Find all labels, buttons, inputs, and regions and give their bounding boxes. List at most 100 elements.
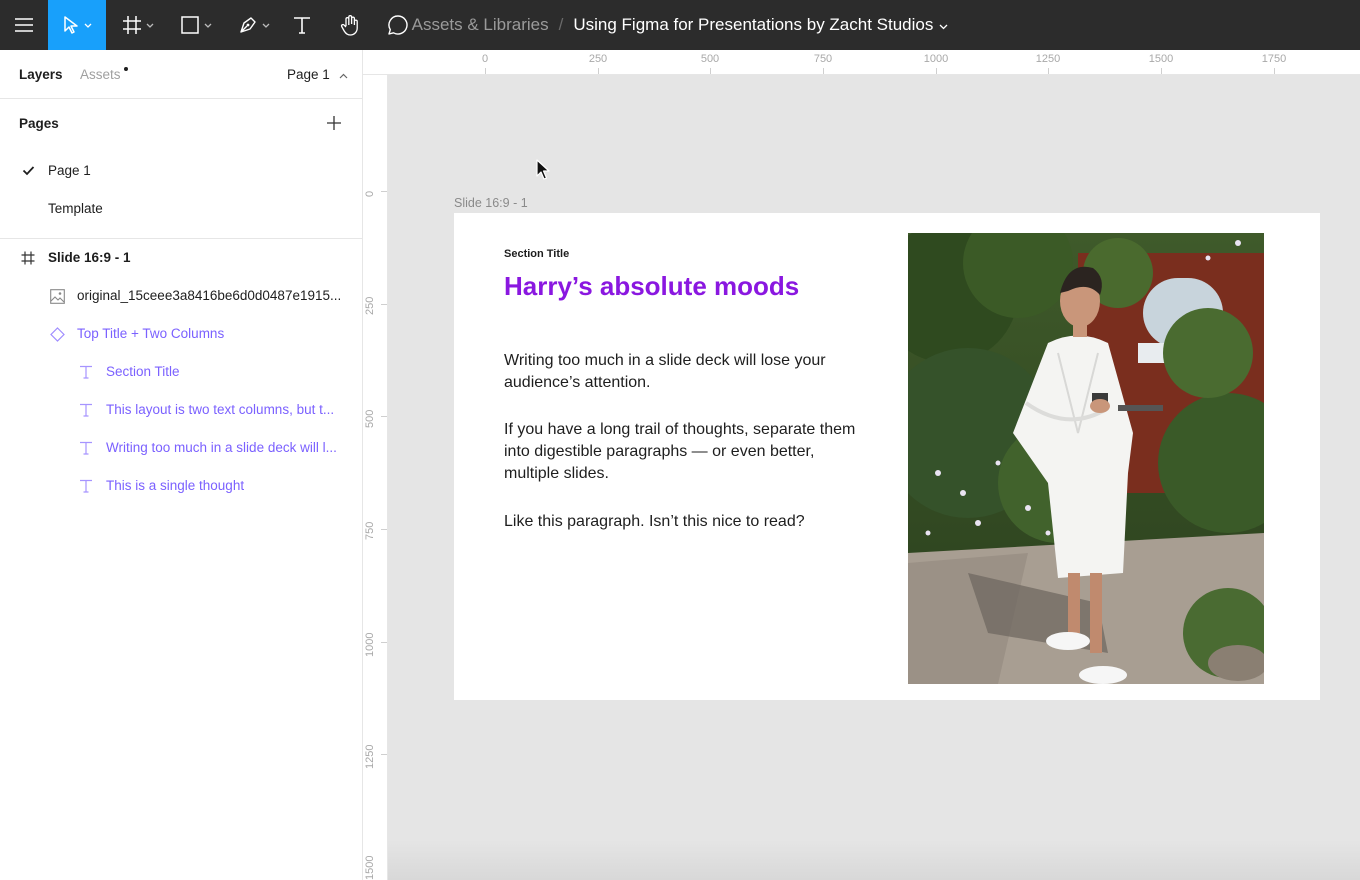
ruler-tick xyxy=(1048,68,1049,74)
layer-text[interactable]: This is a single thought xyxy=(0,468,362,504)
hand-icon xyxy=(339,14,361,36)
breadcrumb-file-name[interactable]: Using Figma for Presentations by Zacht S… xyxy=(573,15,933,35)
chevron-down-icon xyxy=(204,23,212,28)
ruler-label: 500 xyxy=(700,53,720,65)
ruler-tick xyxy=(381,191,387,192)
component-instance-icon xyxy=(50,327,65,345)
chevron-up-icon xyxy=(339,71,348,82)
hamburger-icon xyxy=(14,17,34,33)
layer-instance[interactable]: Top Title + Two Columns xyxy=(0,316,362,352)
slide-photo[interactable] xyxy=(908,233,1264,684)
layer-label: Section Title xyxy=(106,364,180,379)
panel-tabs: Layers Assets Page 1 xyxy=(0,50,362,99)
ruler-label: 0 xyxy=(364,190,376,197)
checkmark-icon xyxy=(22,164,35,179)
ruler-label: 750 xyxy=(364,521,376,540)
ruler-label: 250 xyxy=(364,296,376,315)
chevron-down-icon[interactable] xyxy=(939,15,948,35)
layer-slide-frame[interactable]: Slide 16:9 - 1 xyxy=(0,240,362,276)
page-item-label: Page 1 xyxy=(48,163,91,178)
plus-icon xyxy=(324,116,344,136)
chevron-down-icon xyxy=(146,23,154,28)
layer-label: This layout is two text columns, but t..… xyxy=(106,402,335,417)
frame-tool-button[interactable] xyxy=(112,0,164,50)
layer-image[interactable]: original_15ceee3a8416be6d0d0487e1915... xyxy=(0,278,362,314)
layer-text[interactable]: Section Title xyxy=(0,354,362,390)
pen-icon xyxy=(238,15,258,35)
frame-icon xyxy=(122,15,142,35)
slide-section-title[interactable]: Section Title xyxy=(504,248,569,260)
shape-tool-button[interactable] xyxy=(170,0,222,50)
move-tool-button[interactable] xyxy=(48,0,106,50)
page-select-label: Page 1 xyxy=(287,67,330,82)
chevron-down-icon xyxy=(262,23,270,28)
slide-paragraph[interactable]: If you have a long trail of thoughts, se… xyxy=(504,419,864,485)
ruler-label: 0 xyxy=(481,53,489,65)
pen-tool-button[interactable] xyxy=(228,0,280,50)
ruler-tick xyxy=(598,68,599,74)
image-icon xyxy=(50,289,65,307)
layer-text[interactable]: This layout is two text columns, but t..… xyxy=(0,392,362,428)
slide-frame[interactable]: Section Title Harry’s absolute moods Wri… xyxy=(454,213,1320,700)
text-icon xyxy=(292,15,312,35)
ruler-horizontal: 0 250 500 750 1000 1250 1500 1750 xyxy=(363,50,1360,75)
layer-label: Slide 16:9 - 1 xyxy=(48,250,131,265)
ruler-vertical: 0 250 500 750 1000 1250 1500 xyxy=(363,75,388,880)
text-layer-icon xyxy=(79,365,93,382)
page-item-label: Template xyxy=(48,201,103,216)
ruler-tick xyxy=(936,68,937,74)
ruler-tick xyxy=(381,642,387,643)
ruler-label: 250 xyxy=(588,53,608,65)
tab-assets[interactable]: Assets xyxy=(80,67,121,82)
layer-label: Top Title + Two Columns xyxy=(77,326,225,341)
ruler-tick xyxy=(1161,68,1162,74)
main-menu-button[interactable] xyxy=(0,0,48,50)
breadcrumb-separator: / xyxy=(558,15,564,34)
chevron-down-icon xyxy=(84,23,92,28)
ruler-label: 1000 xyxy=(364,632,376,657)
comment-icon xyxy=(387,14,409,36)
ruler-label: 1500 xyxy=(1148,53,1174,65)
layer-text[interactable]: Writing too much in a slide deck will l.… xyxy=(0,430,362,466)
ruler-label: 500 xyxy=(364,409,376,428)
ruler-tick xyxy=(823,68,824,74)
tab-layers[interactable]: Layers xyxy=(19,67,63,82)
ruler-label: 1500 xyxy=(364,855,376,880)
frame-icon xyxy=(21,251,35,268)
ruler-tick xyxy=(381,754,387,755)
page-select-dropdown[interactable]: Page 1 xyxy=(287,67,348,82)
ruler-label: 1250 xyxy=(364,744,376,769)
rectangle-icon xyxy=(180,15,200,35)
add-page-button[interactable] xyxy=(324,113,344,133)
ruler-label: 1250 xyxy=(1035,53,1061,65)
assets-notification-dot xyxy=(124,67,128,71)
ruler-tick xyxy=(381,529,387,530)
mouse-pointer-icon xyxy=(535,159,553,186)
pages-heading: Pages xyxy=(19,116,59,131)
ruler-tick xyxy=(485,68,486,74)
ruler-tick xyxy=(710,68,711,74)
layer-label: Writing too much in a slide deck will l.… xyxy=(106,440,337,455)
ruler-tick xyxy=(381,416,387,417)
ruler-label: 1000 xyxy=(923,53,949,65)
ruler-tick xyxy=(1274,68,1275,74)
text-tool-button[interactable] xyxy=(284,0,320,50)
ruler-label: 1750 xyxy=(1261,53,1287,65)
page-item-page-1[interactable]: Page 1 xyxy=(0,154,362,188)
page-item-template[interactable]: Template xyxy=(0,192,362,226)
text-layer-icon xyxy=(79,441,93,458)
toolbar: Assets & Libraries / Using Figma for Pre… xyxy=(0,0,1360,50)
breadcrumb-project[interactable]: Assets & Libraries xyxy=(412,15,549,35)
layer-label: This is a single thought xyxy=(106,478,245,493)
slide-paragraph[interactable]: Writing too much in a slide deck will lo… xyxy=(504,350,864,394)
text-layer-icon xyxy=(79,403,93,420)
frame-name-label[interactable]: Slide 16:9 - 1 xyxy=(454,196,528,210)
hand-tool-button[interactable] xyxy=(330,0,370,50)
slide-title[interactable]: Harry’s absolute moods xyxy=(504,271,799,302)
canvas-bottom-edge xyxy=(388,840,1360,880)
text-layer-icon xyxy=(79,479,93,496)
slide-paragraph[interactable]: Like this paragraph. Isn’t this nice to … xyxy=(504,511,864,533)
layer-label: original_15ceee3a8416be6d0d0487e1915... xyxy=(77,288,342,303)
ruler-tick xyxy=(381,304,387,305)
ruler-label: 750 xyxy=(813,53,833,65)
